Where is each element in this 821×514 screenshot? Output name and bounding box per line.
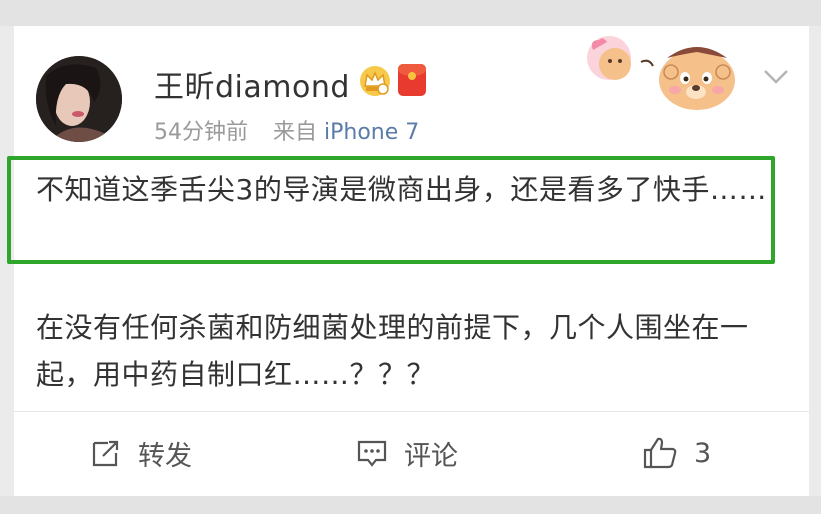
red-packet-icon[interactable]: [398, 64, 426, 96]
comment-button[interactable]: 评论: [356, 431, 458, 475]
chevron-down-icon[interactable]: [762, 66, 790, 86]
post-meta: 54分钟前 来自 iPhone 7: [154, 114, 419, 146]
like-count: 3: [694, 437, 712, 469]
top-separator: [0, 0, 821, 26]
weibo-post-card: 王昕diamond 54分钟前 来自 iPhone 7 不知道这季舌尖3的导演是…: [7, 26, 809, 496]
repost-label: 转发: [138, 440, 192, 472]
bear-sticker-icon: [587, 36, 735, 110]
post-time: 54分钟前: [154, 120, 248, 145]
avatar[interactable]: [36, 56, 122, 142]
bottom-separator: [0, 496, 821, 514]
post-paragraph-2: 在没有任何杀菌和防细菌处理的前提下，几个人围坐在一起，用中药自制口红……？？？: [36, 311, 749, 391]
post-paragraph-1: 不知道这季舌尖3的导演是微商出身，还是看多了快手……: [36, 173, 767, 206]
vip-crown-icon[interactable]: [358, 64, 392, 98]
thumbs-up-icon: [643, 437, 677, 469]
repost-icon: [92, 440, 119, 467]
action-divider: [14, 411, 809, 412]
like-button[interactable]: 3: [642, 431, 711, 475]
source-prefix: 来自: [273, 120, 318, 145]
repost-button[interactable]: 转发: [90, 431, 192, 475]
comment-label: 评论: [404, 440, 458, 472]
source-device[interactable]: iPhone 7: [324, 120, 419, 145]
comment-icon: [357, 440, 387, 467]
author-name[interactable]: 王昕diamond: [154, 62, 350, 106]
